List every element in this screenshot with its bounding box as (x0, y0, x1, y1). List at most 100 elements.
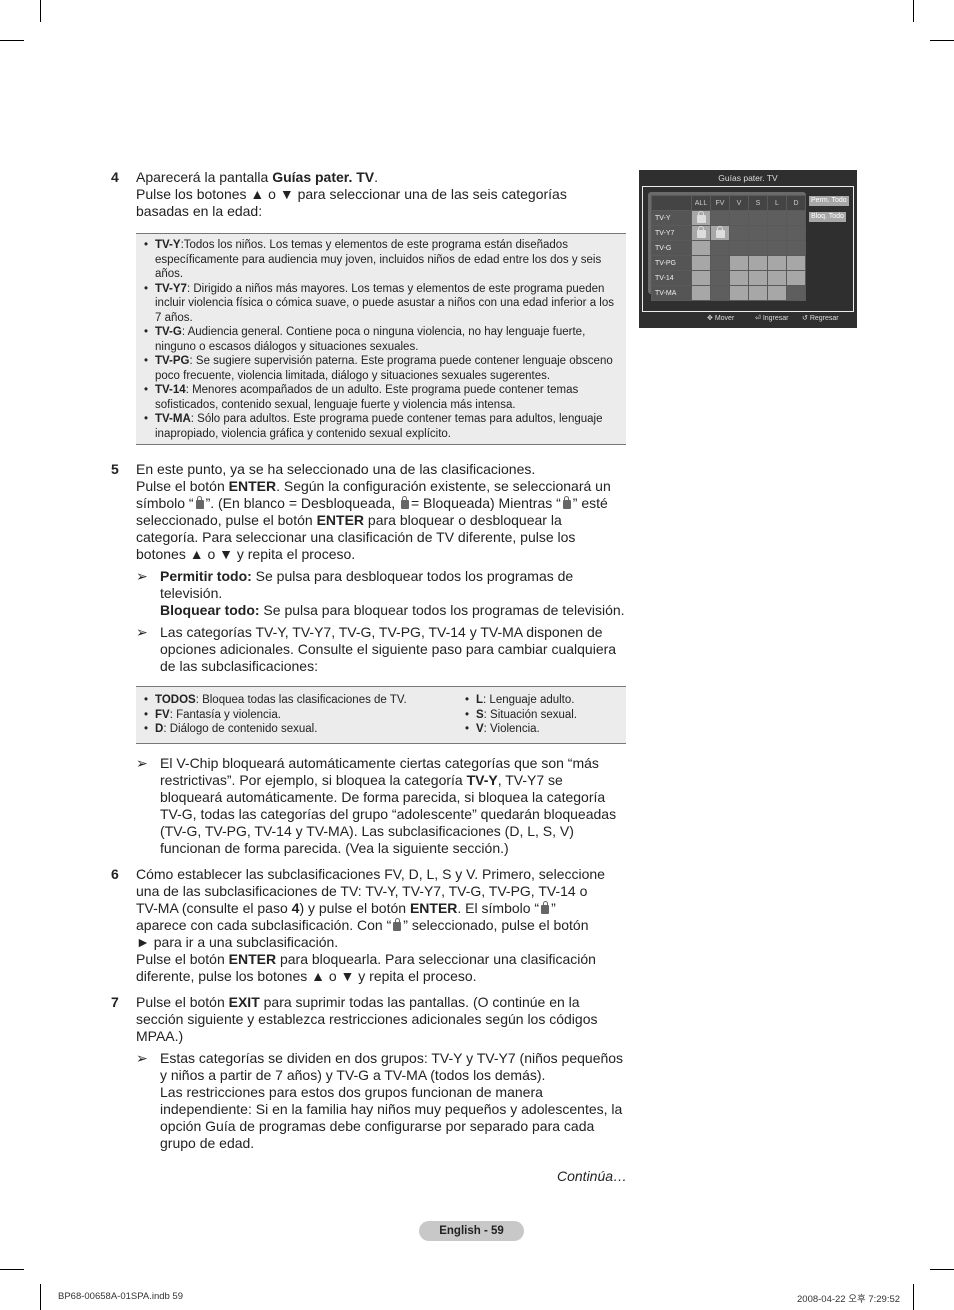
step-text: Pulse los botones ▲ o ▼ para seleccionar… (136, 186, 567, 219)
grid-row: TV-PG (651, 255, 806, 271)
item-term: TV-G (155, 326, 182, 338)
rating-cell (729, 240, 749, 256)
item-description: : Violencia. (483, 723, 540, 735)
enter-icon: ⏎ (755, 315, 761, 322)
note-term: TV-Y (466, 772, 498, 788)
item-description: : Se sugiere supervisión paterna. Este p… (155, 355, 613, 382)
item-description: :Todos los niños. Los temas y elementos … (155, 239, 602, 280)
item-term: TV-PG (155, 355, 190, 367)
rating-cell[interactable] (767, 270, 787, 286)
step-number: 7 (111, 994, 119, 1010)
subratings-info-box: TODOS: Bloquea todas las clasificaciones… (136, 686, 626, 744)
rating-label[interactable]: TV-MA (651, 285, 692, 301)
rating-cell (767, 210, 787, 226)
rating-cell[interactable] (691, 225, 711, 241)
rating-cell (748, 240, 768, 256)
rating-cell[interactable] (767, 255, 787, 271)
rating-cell (710, 255, 730, 271)
rating-cell[interactable] (748, 255, 768, 271)
footer-label: Mover (714, 315, 735, 322)
screen-name: Guías pater. TV (272, 169, 375, 185)
rating-label[interactable]: TV-G (651, 240, 692, 256)
item-term: FV (155, 708, 170, 721)
ratings-info-box: TV-Y:Todos los niños. Los temas y elemen… (136, 233, 626, 445)
print-timestamp: 2008-04-22 오후 7:29:52 (797, 1294, 901, 1305)
note-text: Estas categorías se dividen en dos grupo… (160, 1050, 624, 1083)
rating-cell[interactable] (748, 285, 768, 301)
crop-mark (40, 1284, 41, 1310)
button-name: EXIT (228, 994, 260, 1010)
rating-cell[interactable] (691, 210, 711, 226)
grid-row: TV-14 (651, 270, 806, 286)
footer-enter: ⏎ Ingresar (755, 314, 789, 322)
lock-icon (696, 210, 706, 223)
rating-label[interactable]: TV-Y (651, 210, 692, 226)
item-description: : Diálogo de contenido sexual. (163, 723, 318, 735)
note: ➢ Permitir todo: Se pulsa para desbloque… (136, 568, 626, 619)
lock-icon (400, 496, 409, 509)
grid-column-header: V (729, 195, 749, 211)
note-text: Las restricciones para estos dos grupos … (160, 1084, 623, 1151)
arrow-icon: ➢ (136, 568, 148, 584)
rating-cell[interactable] (691, 240, 711, 256)
step-text: ) y pulse el botón (299, 900, 410, 916)
rating-cell (786, 285, 806, 301)
button-name: ENTER (316, 512, 365, 528)
rating-cell[interactable] (729, 255, 749, 271)
rating-cell[interactable] (691, 285, 711, 301)
footer-label: Ingresar (762, 315, 789, 322)
rating-cell[interactable] (786, 270, 806, 286)
item-description: : Sólo para adultos. Este programa puede… (155, 413, 603, 440)
step-number: 6 (111, 866, 119, 882)
rating-cell[interactable] (786, 255, 806, 271)
rating-cell[interactable] (767, 285, 787, 301)
button-name: ENTER (228, 951, 277, 967)
list-item: S: Situación sexual. (465, 708, 577, 723)
item-term: TV-MA (155, 413, 191, 425)
rating-cell (786, 210, 806, 226)
crop-mark (930, 1269, 954, 1270)
step-7: 7 Pulse el botón EXIT para suprimir toda… (111, 994, 626, 1152)
item-term: L (476, 694, 484, 706)
rating-label[interactable]: TV-Y7 (651, 225, 692, 241)
list-item: TV-Y:Todos los niños. Los temas y elemen… (144, 238, 618, 282)
item-description: : Audiencia general. Contiene poca o nin… (155, 326, 586, 353)
crop-mark (0, 1269, 24, 1270)
rating-cell[interactable] (691, 270, 711, 286)
rating-cell[interactable] (748, 270, 768, 286)
grid-row: TV-MA (651, 285, 806, 301)
step-number: 5 (111, 461, 119, 477)
item-term: V (476, 723, 484, 735)
list-item: TODOS: Bloquea todas las clasificaciones… (144, 693, 449, 708)
rating-cell[interactable] (710, 225, 730, 241)
note-term: Permitir todo: (160, 568, 252, 584)
grid-column-header: ALL (691, 195, 711, 211)
allow-all-button[interactable]: Perm. Todo (809, 196, 849, 206)
rating-cell[interactable] (729, 270, 749, 286)
grid-row: TV-Y (651, 210, 806, 226)
list-item: TV-MA: Sólo para adultos. Este programa … (144, 412, 618, 441)
list-item: FV: Fantasía y violencia. (144, 708, 449, 723)
list-item: TV-Y7: Dirigido a niños más mayores. Los… (144, 282, 618, 326)
step-text: Pulse el botón (136, 951, 229, 967)
rating-label[interactable]: TV-14 (651, 270, 692, 286)
return-icon: ↺ (802, 315, 808, 322)
step-text: ”. (En blanco = Desbloqueada, (205, 495, 399, 511)
item-term: TV-Y (155, 239, 181, 251)
list-item: V: Violencia. (465, 722, 577, 737)
item-description: : Dirigido a niños más mayores. Los tema… (155, 282, 614, 324)
item-description: : Bloquea todas las clasificaciones de T… (195, 694, 407, 706)
button-name: ENTER (228, 478, 277, 494)
footer-label: Regresar (809, 315, 839, 322)
move-icon: ✥ (707, 315, 713, 322)
rating-cell[interactable] (691, 255, 711, 271)
item-term: TV-Y7 (155, 282, 187, 295)
arrow-icon: ➢ (136, 1050, 148, 1066)
block-all-button[interactable]: Bloq. Todo (809, 212, 846, 222)
crop-mark (930, 40, 954, 41)
page-number-badge: English - 59 (419, 1221, 524, 1241)
step-4: 4 Aparecerá la pantalla Guías pater. TV.… (111, 169, 621, 220)
rating-label[interactable]: TV-PG (651, 255, 692, 271)
rating-cell (786, 225, 806, 241)
rating-cell[interactable] (729, 285, 749, 301)
